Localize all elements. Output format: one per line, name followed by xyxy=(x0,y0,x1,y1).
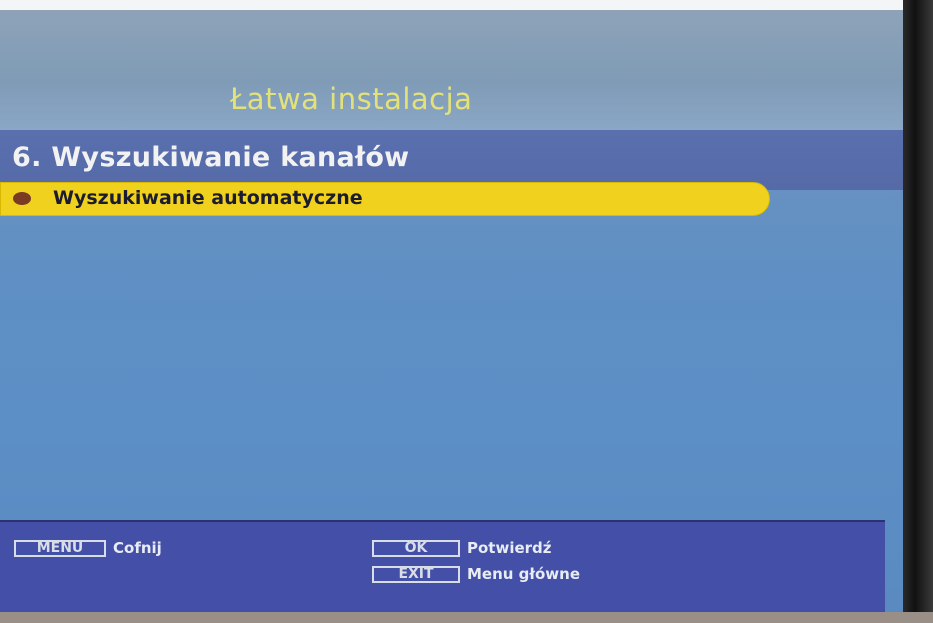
menu-key[interactable]: MENU xyxy=(14,540,106,557)
menu-item-label: Wyszukiwanie automatyczne xyxy=(53,187,363,209)
tv-bezel-bottom xyxy=(0,612,933,623)
exit-key[interactable]: EXIT xyxy=(372,566,460,583)
tv-screen: Łatwa instalacja 6. Wyszukiwanie kanałów… xyxy=(0,10,903,612)
footer-help-bar: MENU Cofnij OK Potwierdź EXIT Menu główn… xyxy=(0,520,885,612)
tv-bezel-top xyxy=(0,0,933,10)
bullet-icon xyxy=(13,192,31,205)
ok-key[interactable]: OK xyxy=(372,540,460,557)
menu-item-auto-search[interactable]: Wyszukiwanie automatyczne xyxy=(0,182,770,216)
section-header: 6. Wyszukiwanie kanałów xyxy=(0,130,903,190)
tv-bezel-right xyxy=(903,0,933,623)
menu-key-action: Cofnij xyxy=(113,539,162,557)
section-title: 6. Wyszukiwanie kanałów xyxy=(12,142,410,173)
title-band: Łatwa instalacja xyxy=(0,10,903,130)
ok-key-action: Potwierdź xyxy=(467,539,552,557)
page-title: Łatwa instalacja xyxy=(230,82,473,116)
exit-key-action: Menu główne xyxy=(467,565,580,583)
